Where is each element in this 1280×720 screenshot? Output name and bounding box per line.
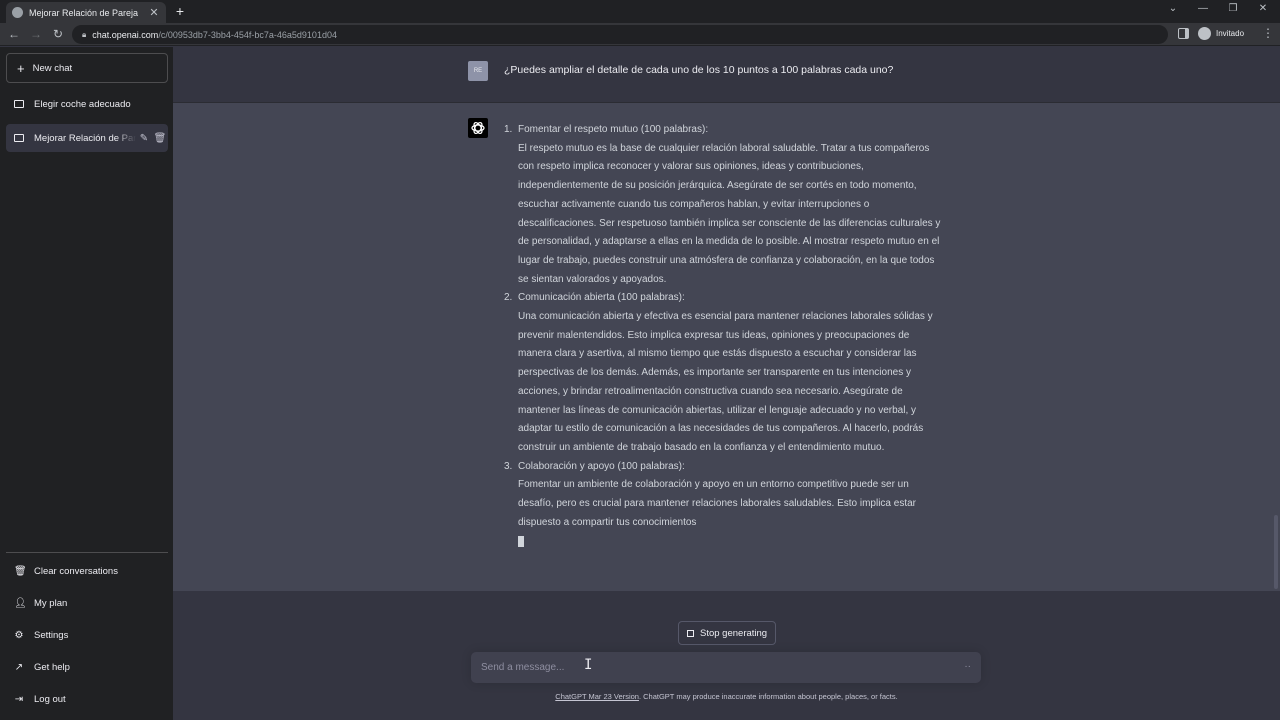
answer-item: 1. Fomentar el respeto mutuo (100 palabr… xyxy=(504,121,944,289)
sidebar-divider xyxy=(6,552,168,553)
chat-bubble-icon xyxy=(14,134,24,142)
minimize-button[interactable]: — xyxy=(1193,3,1213,14)
side-panel-icon[interactable] xyxy=(1178,28,1189,39)
text-cursor-icon: I xyxy=(584,657,593,673)
item-body: El respeto mutuo es la base de cualquier… xyxy=(518,142,941,285)
trash-icon: 🗑︎ xyxy=(14,565,27,577)
chat-bubble-icon xyxy=(14,100,24,108)
restore-button[interactable]: ❐ xyxy=(1223,3,1243,14)
assistant-answer: 1. Fomentar el respeto mutuo (100 palabr… xyxy=(504,121,944,555)
tab-title: Mejorar Relación de Pareja xyxy=(29,7,139,18)
answer-item: 2. Comunicación abierta (100 palabras): … xyxy=(504,289,944,457)
sidebar: + New chat Elegir coche adecuado Mejorar… xyxy=(0,47,173,720)
profile-button[interactable]: Invitado xyxy=(1198,27,1244,40)
browser-tab-bar: Mejorar Relación de Pareja ✕ + ⌄ — ❐ ✕ xyxy=(0,0,1280,23)
item-number: 2. xyxy=(504,292,513,304)
clear-conversations-label: Clear conversations xyxy=(34,565,118,577)
browser-tab[interactable]: Mejorar Relación de Pareja ✕ xyxy=(6,2,166,23)
openai-favicon-icon xyxy=(12,7,23,18)
profile-avatar-icon xyxy=(1198,27,1211,40)
reload-icon[interactable]: ↻ xyxy=(51,27,65,41)
tab-search-icon[interactable]: ⌄ xyxy=(1163,3,1183,14)
forward-arrow-icon[interactable]: → xyxy=(29,27,43,41)
item-number: 1. xyxy=(504,124,513,135)
disclaimer-footer: ChatGPT Mar 23 Version. ChatGPT may prod… xyxy=(173,692,1280,701)
browser-menu-icon[interactable]: ⋮ xyxy=(1262,26,1274,40)
item-number: 3. xyxy=(504,460,513,472)
my-plan-button[interactable]: 👤︎ My plan xyxy=(6,589,168,617)
new-chat-label: New chat xyxy=(32,62,73,74)
user-icon: 👤︎ xyxy=(14,597,27,609)
get-help-button[interactable]: ↗ Get help xyxy=(6,653,168,681)
conversation-panel: RE ¿Puedes ampliar el detalle de cada un… xyxy=(173,47,1280,720)
new-tab-button[interactable]: + xyxy=(172,3,188,19)
url-path: /c/00953db7-3bb4-454f-bc7a-46a5d9101d04 xyxy=(158,29,337,40)
clear-conversations-button[interactable]: 🗑︎ Clear conversations xyxy=(6,557,168,585)
edit-pencil-icon[interactable]: ✎ xyxy=(136,133,152,144)
openai-logo-icon xyxy=(468,118,488,138)
conversation-label: Mejorar Relación de Pareja xyxy=(34,132,136,144)
sidebar-item-conversation-active[interactable]: Mejorar Relación de Pareja ✎ 🗑︎ xyxy=(6,124,168,152)
new-chat-button[interactable]: + New chat xyxy=(6,53,168,83)
item-heading: Fomentar el respeto mutuo (100 palabras)… xyxy=(518,124,709,135)
item-heading: Comunicación abierta (100 palabras): xyxy=(518,292,685,304)
logout-icon: ⇥ xyxy=(14,693,24,705)
profile-label: Invitado xyxy=(1216,29,1245,38)
item-body: Fomentar un ambiente de colaboración y a… xyxy=(518,479,916,528)
delete-trash-icon[interactable]: 🗑︎ xyxy=(152,133,168,144)
lock-icon: 🔒︎ xyxy=(82,29,87,39)
typing-cursor xyxy=(518,536,524,548)
item-body: Una comunicación abierta y efectiva es e… xyxy=(518,311,933,453)
back-arrow-icon[interactable]: ← xyxy=(7,27,21,41)
settings-button[interactable]: ⚙︎ Settings xyxy=(6,621,168,649)
sidebar-item-conversation[interactable]: Elegir coche adecuado xyxy=(6,90,168,118)
send-dots-icon[interactable]: ·· xyxy=(964,661,971,672)
gear-icon: ⚙︎ xyxy=(14,629,24,641)
answer-item: 3. Colaboración y apoyo (100 palabras): … xyxy=(504,458,944,533)
stop-square-icon xyxy=(687,629,694,637)
url-host: chat.openai.com xyxy=(92,29,159,40)
message-composer[interactable]: ·· xyxy=(471,652,981,683)
address-bar[interactable]: 🔒︎ chat.openai.com/c/00953db7-3bb4-454f-… xyxy=(72,25,1168,44)
item-heading: Colaboración y apoyo (100 palabras): xyxy=(518,460,685,472)
close-window-button[interactable]: ✕ xyxy=(1253,3,1273,14)
plus-icon: + xyxy=(17,60,25,76)
message-input[interactable] xyxy=(481,662,951,673)
assistant-message-row: 1. Fomentar el respeto mutuo (100 palabr… xyxy=(173,103,1280,591)
tab-close-icon[interactable]: ✕ xyxy=(148,6,160,19)
scrollbar[interactable] xyxy=(1274,515,1278,589)
browser-toolbar: ← → ↻ 🔒︎ chat.openai.com/c/00953db7-3bb4… xyxy=(0,23,1280,46)
my-plan-label: My plan xyxy=(34,597,68,609)
user-message-row: RE ¿Puedes ampliar el detalle de cada un… xyxy=(173,47,1280,103)
stop-generating-button[interactable]: Stop generating xyxy=(678,621,777,645)
disclaimer-text: . ChatGPT may produce inaccurate informa… xyxy=(638,692,898,701)
external-link-icon: ↗ xyxy=(14,661,24,673)
get-help-label: Get help xyxy=(34,661,70,673)
settings-label: Settings xyxy=(34,629,69,641)
user-message: ¿Puedes ampliar el detalle de cada uno d… xyxy=(504,64,894,76)
log-out-button[interactable]: ⇥ Log out xyxy=(6,685,168,713)
user-avatar: RE xyxy=(468,61,488,81)
conversation-label: Elegir coche adecuado xyxy=(34,98,131,110)
log-out-label: Log out xyxy=(34,693,66,705)
stop-generating-label: Stop generating xyxy=(700,627,768,639)
version-link[interactable]: ChatGPT Mar 23 Version xyxy=(555,692,639,701)
